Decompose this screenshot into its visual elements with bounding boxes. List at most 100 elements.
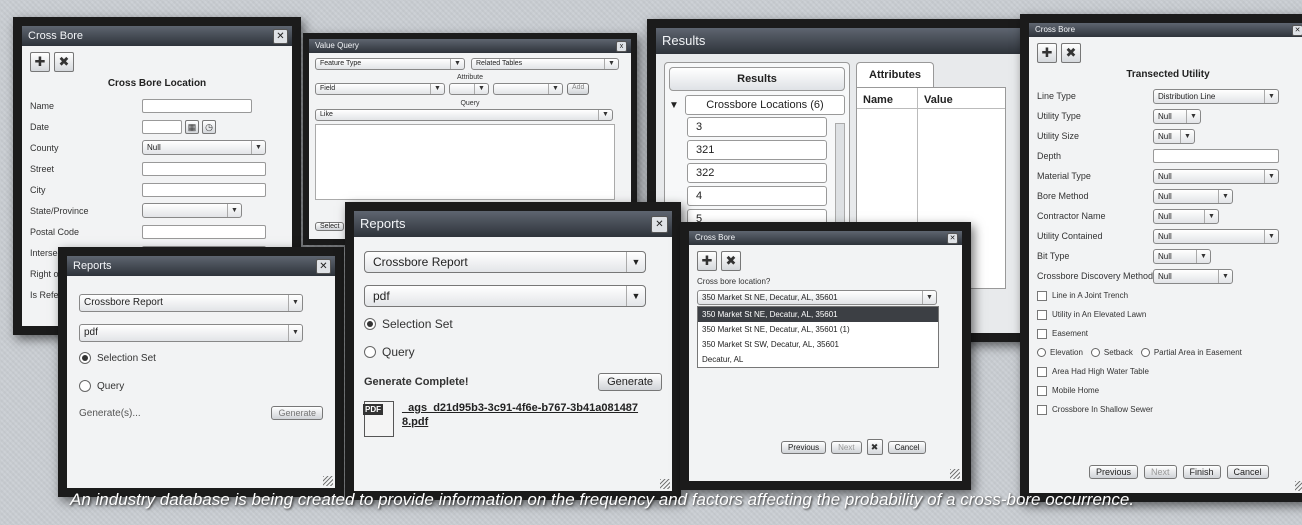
result-item[interactable]: 3 xyxy=(687,117,827,137)
checkbox-box[interactable] xyxy=(1037,404,1047,415)
operator-select[interactable]: ▼ xyxy=(449,83,489,95)
contractor-name-select[interactable]: Null ▼ xyxy=(1153,208,1219,224)
field-label: Material Type xyxy=(1037,171,1091,181)
close-icon[interactable]: ✕ xyxy=(316,259,331,274)
postal-code-input[interactable] xyxy=(142,224,266,239)
county-select[interactable]: Null ▼ xyxy=(142,140,266,155)
query-select[interactable]: Like ▼ xyxy=(315,109,613,121)
radio-selection-set[interactable] xyxy=(79,352,91,364)
clear-icon[interactable]: ✖ xyxy=(1061,43,1081,63)
close-icon[interactable]: ✕ xyxy=(1292,25,1302,36)
bit-type-select[interactable]: Null ▼ xyxy=(1153,248,1211,264)
line-type-select[interactable]: Distribution Line ▼ xyxy=(1153,88,1279,104)
close-icon[interactable]: ✕ xyxy=(947,233,958,244)
state-select[interactable]: ▼ xyxy=(142,203,242,218)
depth-input[interactable] xyxy=(1153,149,1279,163)
titlebar[interactable]: Cross Bore ✕ xyxy=(689,231,962,245)
titlebar[interactable]: Results xyxy=(656,28,1024,54)
clear-icon[interactable]: ✖ xyxy=(54,52,74,72)
titlebar[interactable]: Cross Bore ✕ xyxy=(22,26,292,46)
checkbox-box[interactable] xyxy=(1037,366,1047,377)
resize-grip-icon[interactable] xyxy=(1295,481,1302,491)
report-file-link[interactable]: _ags_d21d95b3-3c91-4f6e-b767-3b41a081487… xyxy=(402,401,642,429)
add-point-icon[interactable]: ✚ xyxy=(1037,43,1057,63)
resize-grip-icon[interactable] xyxy=(660,479,670,489)
tab-attributes[interactable]: Attributes xyxy=(856,62,934,87)
discovery-method-select[interactable]: Null ▼ xyxy=(1153,268,1233,284)
column-header-value[interactable]: Value xyxy=(918,88,1005,109)
clear-icon[interactable]: ✖ xyxy=(866,439,883,455)
collapse-icon[interactable]: ▼ xyxy=(669,100,685,111)
checkbox-shallow-sewer[interactable]: Crossbore In Shallow Sewer xyxy=(1037,400,1299,419)
address-option[interactable]: 350 Market St NE, Decatur, AL, 35601 (1) xyxy=(698,322,938,337)
checkbox-elevated-lawn[interactable]: Utility in An Elevated Lawn xyxy=(1037,305,1299,324)
checkbox-joint-trench[interactable]: Line in A Joint Trench xyxy=(1037,286,1299,305)
checkbox-high-water-table[interactable]: Area Had High Water Table xyxy=(1037,362,1299,381)
finish-button[interactable]: Finish xyxy=(1182,465,1221,479)
close-icon[interactable]: x xyxy=(616,41,627,52)
select-button[interactable]: Select xyxy=(315,222,345,231)
clear-icon[interactable]: ✖ xyxy=(721,251,741,271)
feature-type-select[interactable]: Feature Type ▼ xyxy=(315,58,465,70)
column-header-name[interactable]: Name xyxy=(857,88,917,109)
utility-type-select[interactable]: Null ▼ xyxy=(1153,108,1201,124)
checkbox-box[interactable] xyxy=(1037,309,1047,320)
material-type-select[interactable]: Null ▼ xyxy=(1153,168,1279,184)
address-option[interactable]: 350 Market St SW, Decatur, AL, 35601 xyxy=(698,337,938,352)
address-select[interactable]: 350 Market St NE, Decatur, AL, 35601 ▼ xyxy=(697,290,937,305)
utility-contained-select[interactable]: Null ▼ xyxy=(1153,228,1279,244)
generate-button[interactable]: Generate xyxy=(271,406,323,420)
close-icon[interactable]: ✕ xyxy=(273,29,288,44)
report-type-select[interactable]: Crossbore Report ▼ xyxy=(364,251,646,273)
bore-method-select[interactable]: Null ▼ xyxy=(1153,188,1233,204)
titlebar[interactable]: Reports ✕ xyxy=(354,211,672,237)
add-point-icon[interactable]: ✚ xyxy=(30,52,50,72)
cancel-button[interactable]: Cancel xyxy=(887,440,927,454)
cancel-button[interactable]: Cancel xyxy=(1226,465,1269,479)
checkbox-mobile-home[interactable]: Mobile Home xyxy=(1037,381,1299,400)
results-group[interactable]: ▼ Crossbore Locations (6) xyxy=(669,95,845,115)
checkbox-easement[interactable]: Easement xyxy=(1037,324,1299,343)
related-tables-select[interactable]: Related Tables ▼ xyxy=(471,58,619,70)
radio-setback[interactable] xyxy=(1090,348,1100,357)
date-input[interactable] xyxy=(142,119,182,134)
titlebar[interactable]: Reports ✕ xyxy=(67,256,335,276)
radio-partial-area[interactable] xyxy=(1140,348,1150,357)
titlebar[interactable]: Cross Bore ✕ xyxy=(1029,23,1302,37)
utility-size-select[interactable]: Null ▼ xyxy=(1153,128,1195,144)
checkbox-box[interactable] xyxy=(1037,385,1047,396)
checkbox-box[interactable] xyxy=(1037,328,1047,339)
checkbox-box[interactable] xyxy=(1037,290,1047,301)
next-button[interactable]: Next xyxy=(831,440,862,454)
next-button[interactable]: Next xyxy=(1144,465,1177,479)
result-item[interactable]: 321 xyxy=(687,140,827,160)
generate-button[interactable]: Generate xyxy=(598,373,662,391)
value-select[interactable]: ▼ xyxy=(493,83,563,95)
address-option[interactable]: Decatur, AL xyxy=(698,352,938,367)
calendar-icon[interactable]: ▦ xyxy=(185,119,199,134)
clock-icon[interactable]: ◷ xyxy=(202,119,216,134)
query-textarea[interactable] xyxy=(315,124,615,200)
add-point-icon[interactable]: ✚ xyxy=(697,251,717,271)
resize-grip-icon[interactable] xyxy=(323,476,333,486)
resize-grip-icon[interactable] xyxy=(950,469,960,479)
address-option[interactable]: 350 Market St NE, Decatur, AL, 35601 xyxy=(698,307,938,322)
city-input[interactable] xyxy=(142,182,266,197)
previous-button[interactable]: Previous xyxy=(781,440,827,454)
format-select[interactable]: pdf ▼ xyxy=(364,285,646,307)
close-icon[interactable]: ✕ xyxy=(651,216,668,233)
radio-query[interactable] xyxy=(79,380,91,392)
result-item[interactable]: 4 xyxy=(687,186,827,206)
radio-query[interactable] xyxy=(364,346,376,358)
radio-elevation[interactable] xyxy=(1037,348,1046,357)
format-select[interactable]: pdf ▼ xyxy=(79,324,303,342)
result-item[interactable]: 322 xyxy=(687,163,827,183)
name-input[interactable] xyxy=(142,98,252,113)
titlebar[interactable]: Value Query x xyxy=(309,39,631,53)
street-input[interactable] xyxy=(142,161,266,176)
radio-selection-set[interactable] xyxy=(364,318,376,330)
previous-button[interactable]: Previous xyxy=(1089,465,1139,479)
field-select[interactable]: Field ▼ xyxy=(315,83,445,95)
report-type-select[interactable]: Crossbore Report ▼ xyxy=(79,294,303,312)
add-button[interactable]: Add xyxy=(567,83,590,95)
